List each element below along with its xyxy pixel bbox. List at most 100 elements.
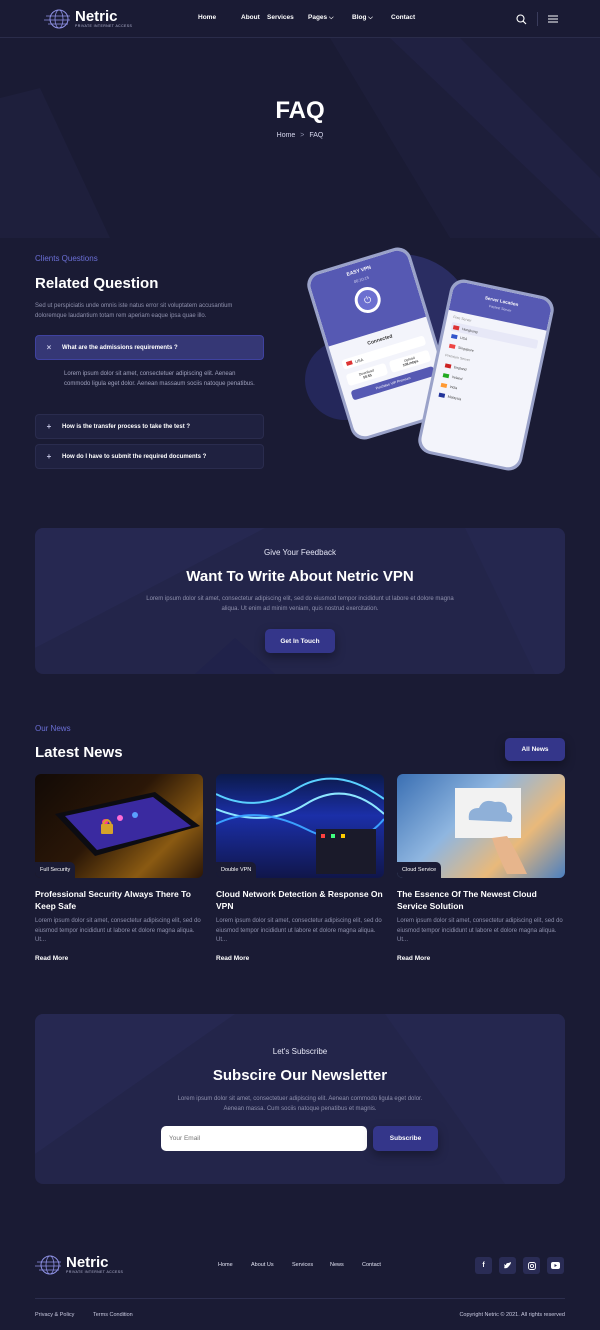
nav-blog[interactable]: Blog ⌵ [352,14,391,22]
news-card-desc: Lorem ipsum dolor sit amet, consectetur … [216,918,382,943]
news-card-title[interactable]: The Essence Of The Newest Cloud Service … [397,888,565,912]
flag-icon [444,363,452,369]
news-image-server-cables: Double VPN [216,774,384,878]
read-more-link[interactable]: Read More [35,955,68,962]
nav-pages-label: Pages [308,14,328,21]
youtube-icon[interactable] [547,1257,564,1274]
breadcrumb-home[interactable]: Home [277,132,296,139]
newsletter-title: Subscire Our Newsletter [212,1067,388,1084]
footer-nav-news[interactable]: News [330,1262,362,1268]
privacy-link[interactable]: Privacy & Policy [35,1312,74,1318]
newsletter-text: Lorem ipsum dolor sit amet, consectetuer… [177,1096,423,1112]
nav-home[interactable]: Home [198,14,241,22]
nav-contact[interactable]: Contact [391,14,415,22]
server-name: England [453,365,467,372]
usa-flag-icon [345,360,353,366]
social-links: f [475,1257,564,1274]
flag-icon [440,382,448,389]
globe-logo-icon [44,9,70,29]
flag-icon [442,373,450,379]
main-nav: Home About Services Pages ⌵ Blog ⌵ Conta… [198,14,415,22]
footer-logo[interactable]: Netric PRIVATE INTERNET ACCESS [35,1254,123,1276]
footer-nav-home[interactable]: Home [218,1262,251,1268]
terms-link[interactable]: Terms Condition [93,1312,133,1318]
plus-icon: + [46,422,52,431]
feedback-title: Want To Write About Netric VPN [186,568,414,585]
news-card[interactable]: Double VPN [216,774,384,878]
faq-question-text: What are the admissions requirements ? [62,344,178,351]
news-card[interactable]: Cloud Service [397,774,565,878]
faq-title: Related Question [35,275,159,292]
breadcrumb: Home > FAQ [0,132,600,139]
news-title: Latest News [35,744,123,761]
vpn-app-illustration: EASY VPN 00:10:15 ⏻ Connected USA Downlo… [303,244,557,480]
footer-nav-services[interactable]: Services [292,1262,330,1268]
instagram-glyph [527,1261,536,1270]
globe-logo-icon [35,1255,61,1275]
power-icon: ⏻ [351,283,384,317]
breadcrumb-separator: > [300,132,305,139]
news-card-desc: Lorem ipsum dolor sit amet, consectetur … [35,918,201,943]
news-tag[interactable]: Cloud Service [397,862,442,878]
header-divider [537,12,538,26]
nav-about[interactable]: About [241,14,267,22]
server-name: Singapore [457,345,475,353]
read-more-link[interactable]: Read More [216,955,249,962]
subscribe-button[interactable]: Subscribe [373,1126,438,1151]
news-tag[interactable]: Double VPN [216,862,257,878]
flag-icon [452,324,460,330]
flag-icon [450,333,458,340]
chevron-down-icon: ⌵ [368,15,373,21]
faq-intro: Sed ut perspiciatis unde omnis iste natu… [35,303,233,319]
faq-question-3[interactable]: + How do I have to submit the required d… [35,444,264,469]
chevron-down-icon: ⌵ [328,15,334,21]
copyright: Copyright Netric © 2021. All rights rese… [459,1312,565,1318]
facebook-icon[interactable]: f [475,1257,492,1274]
menu-icon[interactable] [548,15,558,23]
news-card-desc: Lorem ipsum dolor sit amet, consectetur … [397,918,563,943]
email-input[interactable] [161,1126,367,1151]
read-more-link[interactable]: Read More [397,955,430,962]
footer-nav-about[interactable]: About Us [251,1262,292,1268]
nav-pages[interactable]: Pages ⌵ [308,14,352,22]
news-card[interactable]: Full Security [35,774,203,878]
news-eyebrow: Our News [35,724,71,733]
faq-question-text: How do I have to submit the required doc… [62,453,207,460]
feedback-eyebrow: Give Your Feedback [263,548,337,557]
close-icon: × [46,343,52,352]
feedback-text: Lorem ipsum dolor sit amet, consectetur … [146,596,454,612]
newsletter-eyebrow: Let's Subscribe [272,1047,328,1056]
page-title: FAQ [275,97,325,124]
all-news-button[interactable]: All News [505,738,565,761]
footer-divider [35,1298,565,1299]
header-actions [516,12,558,26]
plus-icon: + [46,452,52,461]
flag-icon [448,343,456,349]
server-name: USA [459,335,468,342]
footer-nav: Home About Us Services News Contact [218,1262,381,1268]
nav-services[interactable]: Services [267,14,308,22]
faq-answer-1: Lorem ipsum dolor sit amet, consectetuer… [64,371,255,387]
instagram-icon[interactable] [523,1257,540,1274]
brand-name: Netric [75,7,118,25]
breadcrumb-current: FAQ [309,132,324,139]
faq-eyebrow: Clients Questions [35,254,98,263]
logo[interactable]: Netric PRIVATE INTERNET ACCESS [44,8,132,30]
selected-country: USA [354,356,364,364]
nav-blog-label: Blog [352,14,367,21]
twitter-icon[interactable] [499,1257,516,1274]
search-icon[interactable] [516,13,527,25]
get-in-touch-button[interactable]: Get In Touch [265,629,335,653]
news-tag[interactable]: Full Security [35,862,76,878]
youtube-glyph [551,1262,560,1269]
news-image-cloud: Cloud Service [397,774,565,878]
news-card-title[interactable]: Professional Security Always There To Ke… [35,888,203,912]
faq-question-1[interactable]: × What are the admissions requirements ? [35,335,264,360]
server-name: India [449,384,458,391]
faq-question-2[interactable]: + How is the transfer process to take th… [35,414,264,439]
faq-question-text: How is the transfer process to take the … [62,423,191,430]
footer-nav-contact[interactable]: Contact [362,1262,381,1268]
server-name: Ireland [451,374,463,382]
news-card-title[interactable]: Cloud Network Detection & Response On VP… [216,888,384,912]
flag-icon [438,392,446,398]
